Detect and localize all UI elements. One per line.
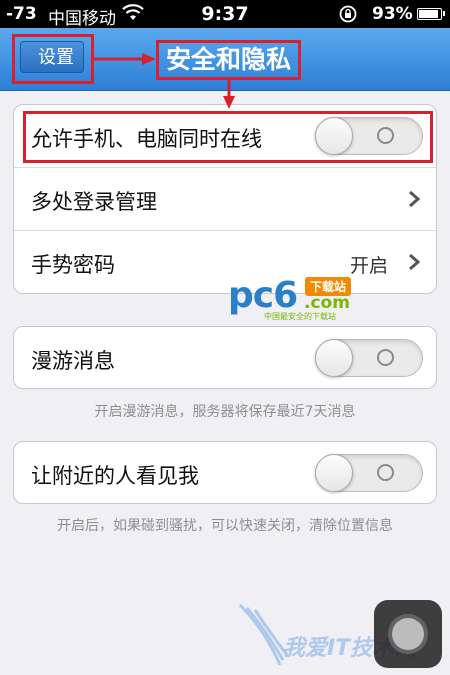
pc6-logo-text: pc6 — [228, 275, 298, 316]
row-multi-login-management[interactable]: 多处登录管理 — [14, 168, 436, 230]
assistive-touch-button[interactable] — [374, 600, 442, 668]
settings-group-nearby: 让附近的人看见我 — [13, 441, 437, 504]
chevron-right-icon — [409, 253, 420, 271]
toggle-knob — [315, 339, 353, 377]
battery-icon — [417, 8, 445, 20]
rotation-lock-icon — [339, 5, 357, 23]
toggle-switch-roaming-messages[interactable] — [315, 339, 423, 377]
back-button[interactable]: 设置 — [20, 41, 84, 73]
row-label: 允许手机、电脑同时在线 — [31, 127, 262, 151]
pc6-logo-subtitle: 中国最安全的下载站 — [264, 312, 336, 321]
pc6-logo-com: .com — [304, 293, 350, 313]
row-online-simultaneous: 允许手机、电脑同时在线 — [14, 105, 436, 167]
page-title: 安全和隐私 — [156, 40, 301, 80]
toggle-off-indicator — [377, 349, 394, 366]
toggle-knob — [315, 117, 353, 155]
pc6-watermark-logo: pc6 下载站 .com 中国最安全的下载站 — [228, 275, 388, 321]
toggle-off-indicator — [377, 127, 394, 144]
settings-group-account: 允许手机、电脑同时在线 多处登录管理 手势密码 开启 — [13, 104, 437, 294]
toggle-switch-online-simultaneous[interactable] — [315, 117, 423, 155]
row-label: 漫游消息 — [31, 349, 115, 373]
toggle-knob — [315, 454, 353, 492]
row-roaming-messages: 漫游消息 — [14, 327, 436, 389]
toggle-off-indicator — [377, 464, 394, 481]
row-label: 让附近的人看见我 — [31, 464, 199, 488]
gesture-password-status: 开启 — [349, 255, 388, 277]
nearby-note: 开启后，如果碰到骚扰，可以快速关闭，清除位置信息 — [57, 518, 393, 534]
row-label: 手势密码 — [31, 253, 115, 277]
row-visible-to-nearby: 让附近的人看见我 — [14, 442, 436, 504]
row-label: 多处登录管理 — [31, 190, 157, 214]
roaming-note: 开启漫游消息，服务器将保存最近7天消息 — [94, 404, 356, 420]
chevron-right-icon — [409, 190, 420, 208]
status-bar: -73 中国移动 9:37 93% — [0, 0, 450, 29]
toggle-switch-visible-to-nearby[interactable] — [315, 454, 423, 492]
settings-group-roaming: 漫游消息 — [13, 326, 437, 389]
battery-percent: 93% — [372, 4, 413, 24]
